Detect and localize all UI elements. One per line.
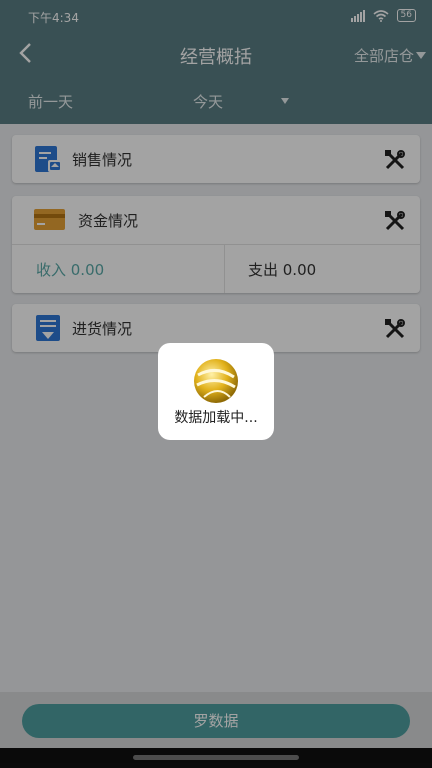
loading-spinner-icon xyxy=(194,359,238,403)
loading-text: 数据加载中... xyxy=(174,410,258,426)
loading-dialog: 数据加载中... xyxy=(158,343,274,440)
